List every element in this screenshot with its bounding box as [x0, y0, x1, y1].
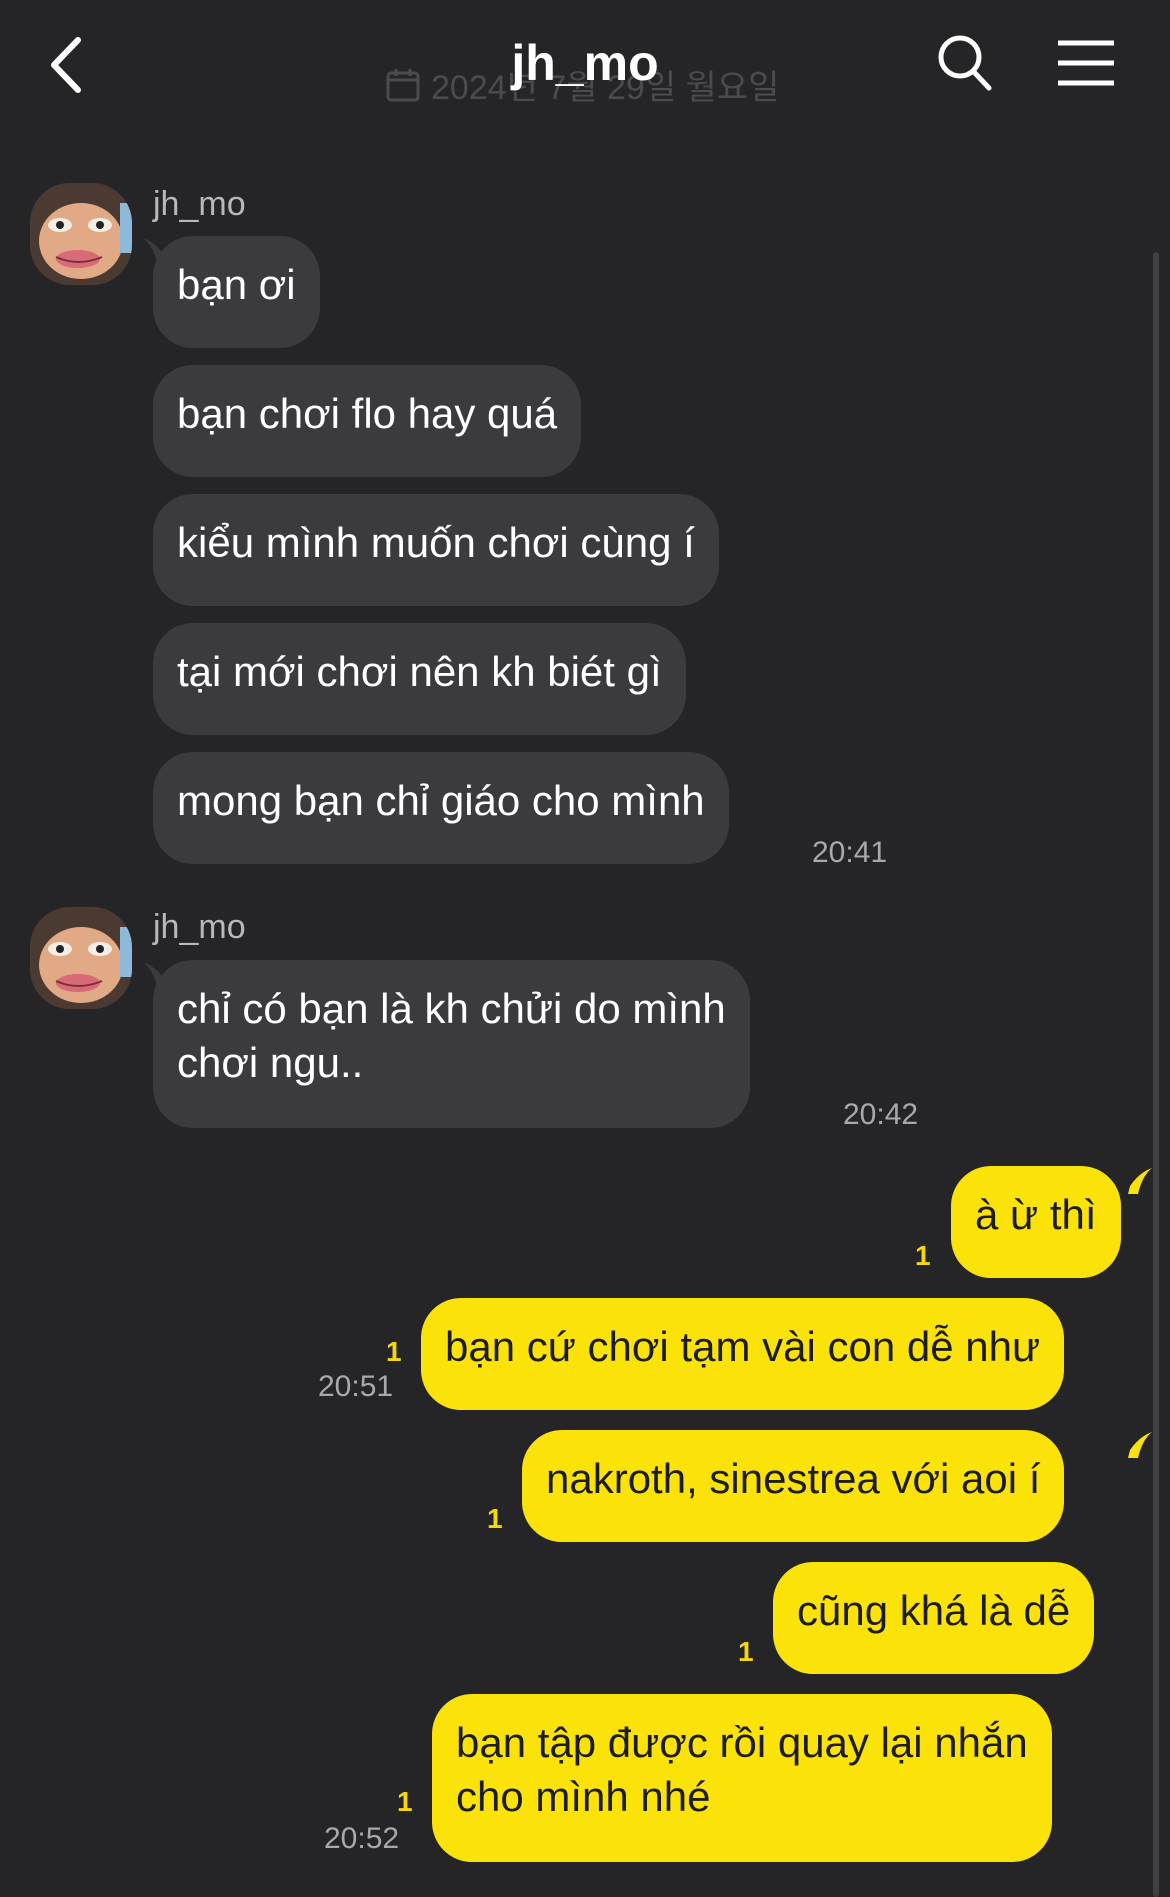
sender-name: jh_mo: [153, 908, 246, 946]
outgoing-message-bubble[interactable]: bạn tập được rồi quay lại nhắn cho mình …: [432, 1694, 1052, 1862]
message-timestamp: 20:42: [843, 1098, 919, 1131]
message-bubble[interactable]: kiểu mình muốn chơi cùng í: [153, 494, 719, 606]
outgoing-message-bubble[interactable]: à ừ thì: [951, 1166, 1121, 1278]
unread-count: 1: [386, 1336, 402, 1367]
message-bubble[interactable]: bạn ơi: [153, 236, 320, 348]
unread-count: 1: [397, 1786, 413, 1817]
bubble-tail: [1128, 1168, 1152, 1194]
message-bubble[interactable]: bạn chơi flo hay quá: [153, 365, 582, 477]
unread-count: 1: [487, 1503, 503, 1534]
avatar[interactable]: [30, 907, 132, 1009]
message-timestamp: 20:51: [318, 1370, 394, 1403]
unread-count: 1: [738, 1636, 754, 1667]
search-icon: [938, 35, 992, 91]
hamburger-menu-icon: [1058, 40, 1114, 86]
message-bubble[interactable]: chỉ có bạn là kh chửi do mình chơi ngu..: [153, 960, 750, 1128]
menu-button[interactable]: [1055, 38, 1117, 88]
outgoing-message-bubble[interactable]: cũng khá là dễ: [773, 1562, 1095, 1674]
outgoing-message-bubble[interactable]: bạn cứ chơi tạm vài con dễ như: [421, 1298, 1065, 1410]
avatar-face-icon: [30, 183, 132, 285]
sender-name: jh_mo: [153, 185, 246, 223]
outgoing-message-bubble[interactable]: nakroth, sinestrea với aoi í: [522, 1430, 1065, 1542]
message-bubble[interactable]: mong bạn chỉ giáo cho mình: [153, 752, 729, 864]
search-button[interactable]: [935, 32, 995, 94]
scrollbar[interactable]: [1153, 252, 1159, 1897]
message-bubble[interactable]: tại mới chơi nên kh biét gì: [153, 623, 686, 735]
message-timestamp: 20:41: [812, 836, 888, 869]
avatar[interactable]: [30, 183, 132, 285]
avatar-face-icon: [30, 907, 132, 1009]
bubble-tail: [1128, 1432, 1152, 1458]
chat-header: 2024년 7월 29일 월요일 jh_mo: [0, 0, 1170, 130]
unread-count: 1: [915, 1240, 931, 1271]
message-timestamp: 20:52: [324, 1822, 400, 1855]
